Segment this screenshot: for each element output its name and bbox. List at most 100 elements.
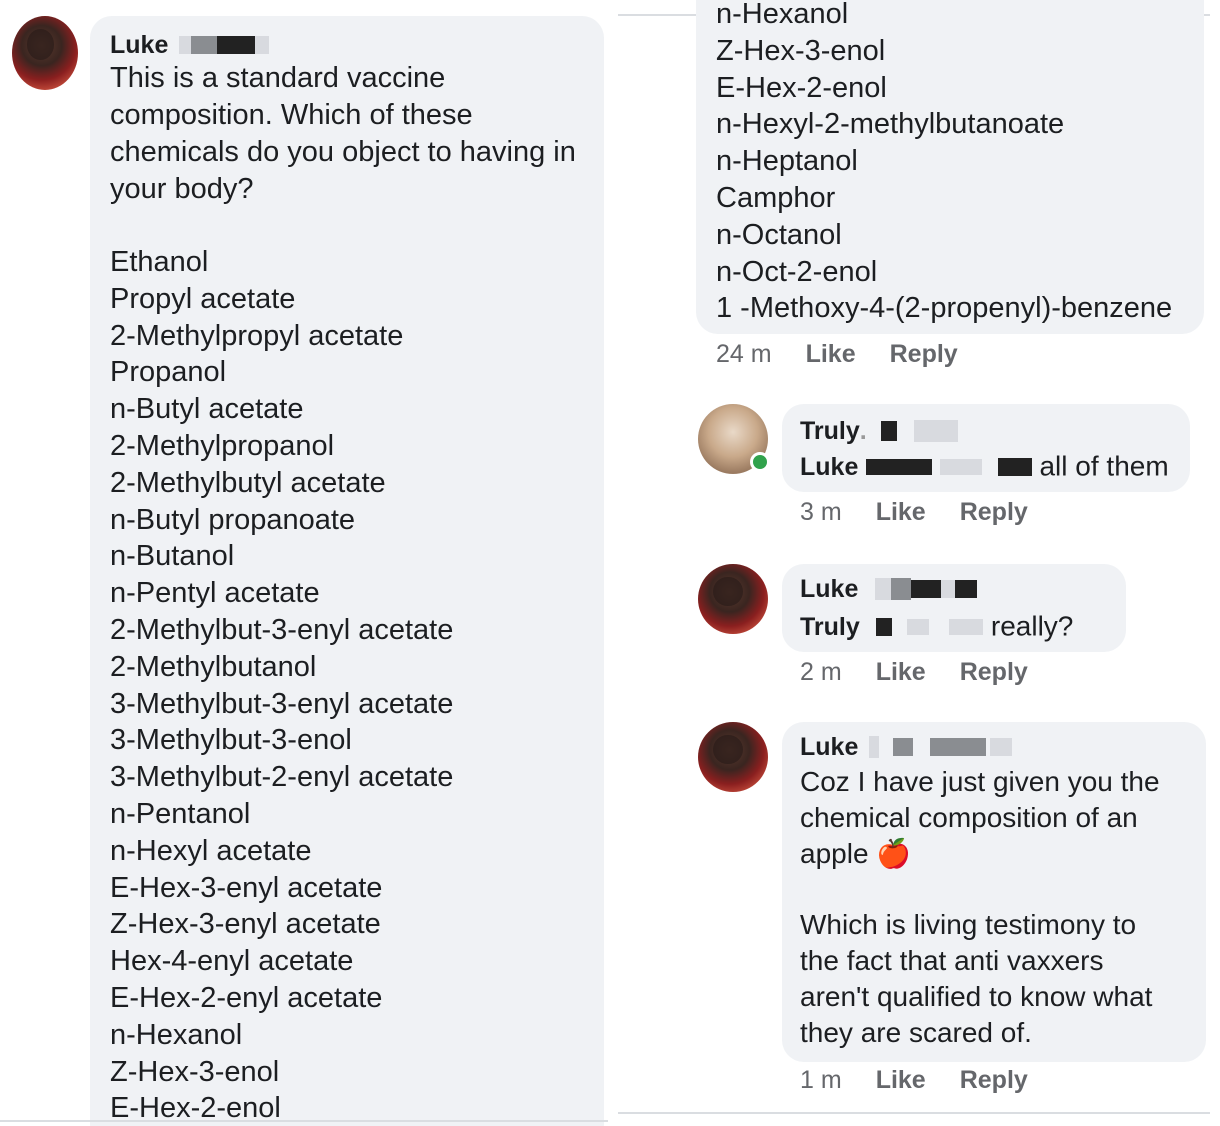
comment-author-name[interactable]: Truly xyxy=(800,416,860,446)
post-actions: 24 m Like Reply xyxy=(716,340,958,369)
post-text-line: This is a standard vaccine xyxy=(110,62,446,94)
chemical-item: 3-Methylbut-3-enol xyxy=(110,724,352,757)
chemical-item: 3-Methylbut-3-enyl acetate xyxy=(110,687,454,720)
online-status-icon xyxy=(750,452,770,472)
chemical-item: Ethanol xyxy=(110,246,209,278)
redacted-name xyxy=(190,36,217,54)
comment-text: Coz I have just given you the chemical c… xyxy=(800,764,1200,1051)
chemical-item: 2-Methylbutyl acetate xyxy=(110,466,386,499)
chemical-item: n-Hexyl acetate xyxy=(110,834,312,867)
redacted-name xyxy=(940,580,955,598)
comment-bubble: Luke Coz I have just given you the chemi… xyxy=(782,722,1206,1062)
chemical-item: 2-Methylpropyl acetate xyxy=(110,319,404,352)
comment-author-avatar[interactable] xyxy=(698,722,768,792)
chemical-item: n-Hexanol xyxy=(716,0,849,30)
comment-bubble: Luke Truly really? xyxy=(782,564,1126,652)
bottom-divider xyxy=(0,1120,608,1122)
post-panel: Luke This is a standard vaccine composit… xyxy=(0,0,608,1126)
bottom-divider xyxy=(618,1112,1210,1114)
chemical-item: n-Hexanol xyxy=(110,1018,243,1051)
comment-text: all of them xyxy=(1039,450,1169,482)
comment-text: really? xyxy=(990,610,1074,642)
comment-text-line: they are scared of. xyxy=(800,1017,1032,1048)
redacted-name xyxy=(874,578,891,600)
chemical-item: Z-Hex-3-enol xyxy=(716,34,886,67)
comment-author-name[interactable]: Luke xyxy=(800,574,858,604)
redacted-name xyxy=(997,457,1032,476)
like-button[interactable]: Like xyxy=(806,340,856,369)
post-text: This is a standard vaccine composition. … xyxy=(110,60,600,208)
redacted-name xyxy=(178,36,191,54)
redacted-name xyxy=(890,578,911,600)
chemical-item: n-Hexyl-2-methylbutanoate xyxy=(716,108,1065,141)
reply-button[interactable]: Reply xyxy=(890,340,958,369)
chemical-item: Camphor xyxy=(716,181,836,214)
like-button[interactable]: Like xyxy=(876,1066,926,1095)
redacted-name xyxy=(866,458,933,475)
chemical-item: n-Heptanol xyxy=(716,145,858,178)
chemical-item: 3-Methylbut-2-enyl acetate xyxy=(110,761,454,794)
chemical-item: Z-Hex-3-enyl acetate xyxy=(110,908,381,941)
chemical-item: E-Hex-2-enol xyxy=(716,71,887,104)
chemical-item: n-Butyl acetate xyxy=(110,393,304,426)
comment-actions: 1 m Like Reply xyxy=(800,1066,1028,1095)
comment-author-name[interactable]: Luke xyxy=(800,732,858,762)
chemical-item: n-Pentanol xyxy=(110,797,251,830)
comment-text-line: Which is living testimony to xyxy=(800,909,1137,940)
comment-text-line-with-emoji: apple 🍎 xyxy=(800,836,1200,872)
chemical-item: 2-Methylpropanol xyxy=(110,429,335,462)
post-text-line: chemicals do you object to having in xyxy=(110,136,576,168)
post-text-line: your body? xyxy=(110,173,254,205)
comment-actions: 2 m Like Reply xyxy=(800,658,1028,687)
redacted-name xyxy=(939,458,982,475)
name-fragment: . xyxy=(859,417,867,445)
post-bubble-continued: n-Hexanol Z-Hex-3-enol E-Hex-2-enol n-Hexyl… xyxy=(696,0,1204,334)
chemical-item: E-Hex-3-enyl acetate xyxy=(110,871,383,904)
comment-text-line: chemical composition of an xyxy=(800,802,1138,833)
mention-tag[interactable]: Luke xyxy=(800,452,858,482)
comment-timestamp[interactable]: 2 m xyxy=(800,658,842,687)
redacted-name xyxy=(881,421,898,441)
like-button[interactable]: Like xyxy=(876,498,926,527)
chemical-item: n-Octanol xyxy=(716,218,842,251)
redacted-name xyxy=(907,618,930,635)
redacted-name xyxy=(868,736,879,758)
redacted-name xyxy=(949,618,984,635)
chemical-item: n-Butanol xyxy=(110,540,235,573)
chemical-item: Propyl acetate xyxy=(110,282,296,315)
apple-icon: 🍎 xyxy=(876,838,912,869)
chemical-item: Hex-4-enyl acetate xyxy=(110,945,354,978)
post-timestamp[interactable]: 24 m xyxy=(716,340,772,369)
comment-text-line: the fact that anti vaxxers xyxy=(800,945,1104,976)
redacted-name xyxy=(990,738,1013,756)
redacted-name xyxy=(216,36,255,54)
reply-button[interactable]: Reply xyxy=(960,658,1028,687)
redacted-name xyxy=(913,420,958,442)
comment-timestamp[interactable]: 3 m xyxy=(800,498,842,527)
chemical-item: n-Oct-2-enol xyxy=(716,255,878,288)
chemical-item: E-Hex-2-enyl acetate xyxy=(110,981,383,1014)
comment-timestamp[interactable]: 1 m xyxy=(800,1066,842,1095)
redacted-name xyxy=(954,580,977,598)
comments-panel: n-Hexanol Z-Hex-3-enol E-Hex-2-enol n-Hexyl… xyxy=(614,0,1220,1126)
reply-button[interactable]: Reply xyxy=(960,1066,1028,1095)
chemical-list: Ethanol Propyl acetate 2-Methylpropyl acet… xyxy=(110,244,453,1126)
redacted-name xyxy=(929,738,986,756)
redacted-name xyxy=(893,738,914,756)
mention-tag[interactable]: Truly xyxy=(800,612,860,642)
comment-bubble: Truly. Luke all of them xyxy=(782,404,1190,492)
post-text-line: composition. Which of these xyxy=(110,99,473,131)
post-bubble: Luke This is a standard vaccine composit… xyxy=(90,16,604,1126)
chemical-item: 2-Methylbutanol xyxy=(110,650,317,683)
like-button[interactable]: Like xyxy=(876,658,926,687)
post-author-name[interactable]: Luke xyxy=(110,30,168,60)
redacted-name xyxy=(875,617,892,636)
comment-text-line: aren't qualified to know what xyxy=(800,981,1153,1012)
chemical-item: 1 -Methoxy-4-(2-propenyl)-benzene xyxy=(716,292,1173,325)
comment-author-avatar[interactable] xyxy=(698,564,768,634)
chemical-item: n-Pentyl acetate xyxy=(110,577,320,610)
chemical-item: Z-Hex-3-enol xyxy=(110,1055,280,1088)
post-author-avatar[interactable] xyxy=(12,16,78,90)
redacted-name xyxy=(254,36,269,54)
reply-button[interactable]: Reply xyxy=(960,498,1028,527)
